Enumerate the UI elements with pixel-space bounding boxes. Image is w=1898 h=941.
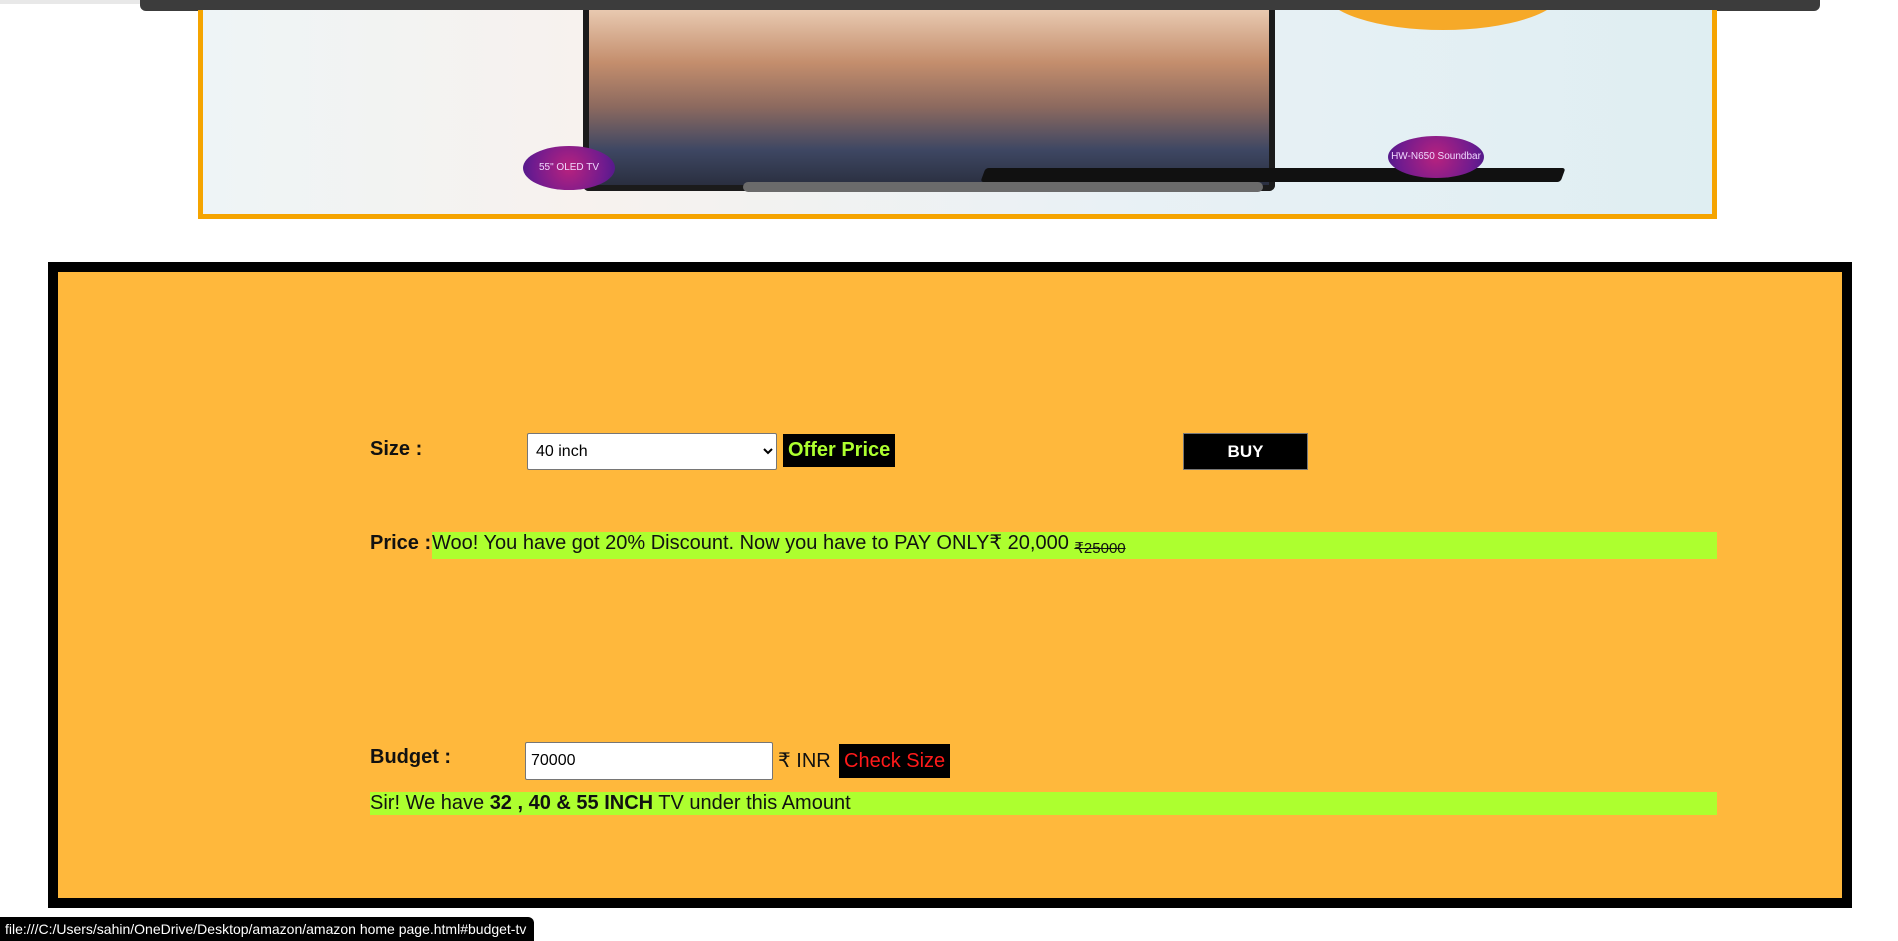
banner-decoration	[1323, 10, 1563, 30]
check-size-button[interactable]: Check Size	[839, 744, 951, 778]
size-label: Size :	[370, 438, 423, 460]
size-result-message: Sir! We have 32 , 40 & 55 INCH TV under …	[370, 792, 1717, 815]
budget-tv-panel: Size : 40 inch Offer Price BUY Price : W…	[48, 262, 1852, 908]
result-suffix: TV under this Amount	[653, 792, 851, 814]
soundbar-image	[980, 168, 1566, 182]
original-price: ₹25000	[1074, 540, 1126, 557]
currency-label: ₹ INR	[778, 750, 831, 772]
tv-promo-banner: 55" OLED TV HW-N650 Soundbar	[198, 10, 1717, 219]
budget-input[interactable]	[525, 742, 773, 780]
result-prefix: Sir! We have	[370, 792, 490, 814]
offer-price-button[interactable]: Offer Price	[783, 434, 896, 467]
tv-stand-image	[743, 182, 1263, 192]
browser-chrome-edge	[0, 0, 140, 4]
price-label: Price :	[370, 532, 432, 554]
oled-badge: 55" OLED TV	[523, 146, 615, 190]
soundbar-badge: HW-N650 Soundbar	[1388, 136, 1484, 178]
tv-image	[583, 10, 1275, 191]
size-select[interactable]: 40 inch	[527, 433, 777, 470]
browser-status-url: file:///C:/Users/sahin/OneDrive/Desktop/…	[0, 917, 535, 941]
discount-message: Woo! You have got 20% Discount. Now you …	[432, 532, 1075, 554]
budget-label: Budget :	[370, 746, 452, 768]
price-message: Woo! You have got 20% Discount. Now you …	[432, 532, 1717, 559]
result-sizes: 32 , 40 & 55 INCH	[489, 792, 654, 814]
buy-button[interactable]: BUY	[1183, 433, 1308, 470]
